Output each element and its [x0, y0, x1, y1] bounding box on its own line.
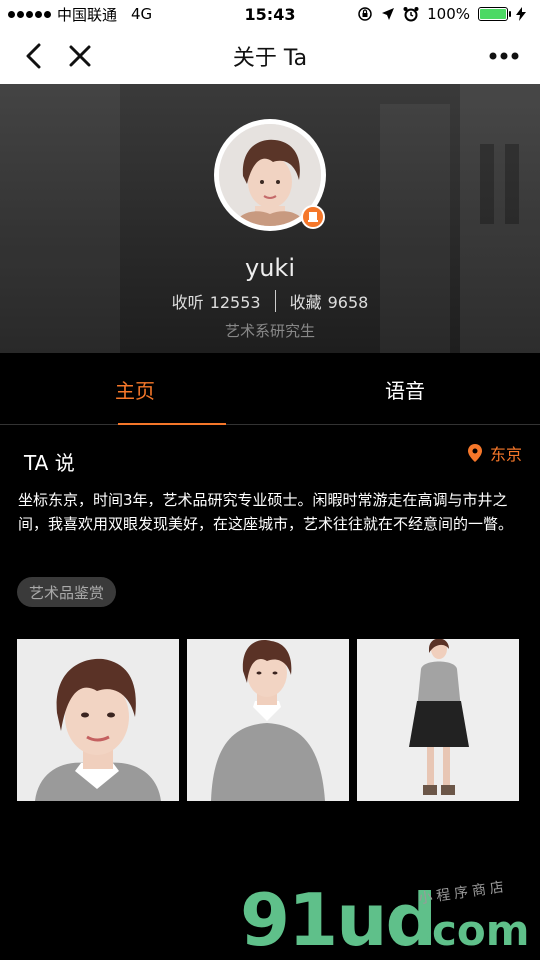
active-tab-indicator [118, 423, 226, 425]
more-dots-icon [489, 52, 519, 60]
back-chevron-icon [26, 43, 41, 69]
listen-count: 12553 [209, 293, 261, 312]
more-button[interactable] [486, 40, 522, 72]
favorite-stat[interactable]: 收藏 9658 [290, 289, 369, 313]
tab-bar: 主页 语音 [0, 353, 540, 425]
status-bar: 中国联通 4G 15:43 100% [0, 0, 540, 28]
watermark: 91ud .com 小程序商店 [240, 878, 540, 960]
carrier-name: 中国联通 [57, 5, 118, 24]
listen-label: 收听 [171, 293, 204, 312]
favorite-count: 9658 [327, 293, 369, 312]
battery-percent: 100% [427, 5, 470, 23]
gallery-photo[interactable] [17, 639, 179, 801]
rotation-lock-icon [358, 7, 372, 21]
profile-header: yuki 收听 12553 收藏 9658 艺术系研究生 [0, 84, 540, 353]
location-pin-icon [467, 444, 482, 462]
watermark-domain: .com [416, 906, 530, 955]
nav-bar: 关于 Ta [0, 28, 540, 84]
tab-voice-label: 语音 [385, 378, 425, 403]
close-button[interactable] [64, 40, 96, 72]
page-title: 关于 Ta [232, 46, 308, 71]
tab-home-label: 主页 [115, 378, 155, 403]
interest-tag[interactable]: 艺术品鉴赏 [17, 577, 117, 607]
profile-subtitle: 艺术系研究生 [224, 322, 315, 340]
back-button[interactable] [18, 40, 50, 72]
favorite-label: 收藏 [289, 293, 322, 312]
status-right: 100% [357, 5, 526, 23]
location-arrow-icon [382, 8, 395, 20]
stat-divider [274, 290, 276, 312]
avatar[interactable] [214, 119, 326, 231]
profile-stats: 收听 12553 收藏 9658 [0, 289, 540, 313]
alarm-icon [403, 7, 419, 22]
close-icon [69, 45, 91, 67]
signal-strength-icon [8, 10, 51, 18]
listen-stat[interactable]: 收听 12553 [172, 289, 261, 313]
charging-bolt-icon [516, 7, 526, 21]
gallery-photo[interactable] [357, 639, 519, 801]
profile-name: yuki [245, 254, 295, 282]
battery-icon [478, 7, 511, 21]
verified-badge-icon [301, 205, 325, 229]
location[interactable]: 东京 [467, 441, 522, 465]
network-type: 4G [131, 5, 153, 23]
tab-home[interactable]: 主页 [0, 353, 270, 425]
watermark-logo: 91ud [240, 878, 437, 960]
status-left: 中国联通 4G [8, 4, 152, 25]
tab-voice[interactable]: 语音 [270, 353, 540, 425]
gallery-photo[interactable] [187, 639, 349, 801]
photo-gallery [17, 639, 519, 801]
location-label: 东京 [489, 445, 522, 464]
bio-text: 坐标东京，时间3年，艺术品研究专业硕士。闲暇时常游走在高调与市井之间，我喜欢用双… [18, 491, 514, 533]
section-title: TA 说 [24, 451, 75, 475]
status-time: 15:43 [244, 4, 296, 24]
